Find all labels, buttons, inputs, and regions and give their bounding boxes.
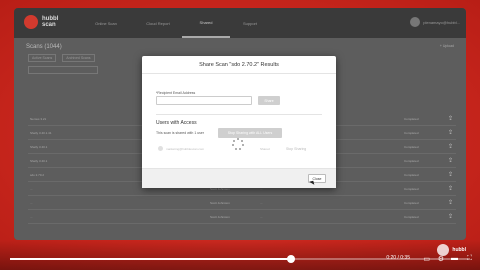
scan-name: ... <box>30 187 33 191</box>
avatar <box>410 17 421 27</box>
scan-status: Completed <box>404 145 419 149</box>
stop-sharing-link[interactable]: Stop Sharing <box>286 147 306 151</box>
tab-active-scans[interactable]: Active Scans <box>28 54 57 62</box>
nav-cloud-report[interactable]: Cloud Report <box>134 8 182 38</box>
scan-status: Completed <box>404 117 419 121</box>
share-icon[interactable]: ⇪ <box>448 171 453 178</box>
user-avatar-icon <box>158 146 163 151</box>
scan-status: Completed <box>404 201 419 205</box>
settings-icon[interactable]: ⚙ <box>438 255 444 263</box>
scan-name: sdo 2.70.2 <box>30 173 45 177</box>
user-menu[interactable]: plenamayo@hubbl... <box>410 17 460 27</box>
scan-owner: Scott Johnston <box>210 201 230 205</box>
scan-name: Nemus 3.21 <box>30 117 47 121</box>
table-row[interactable]: ... Scott Johnston... Completed ⇪ <box>28 196 456 210</box>
share-icon[interactable]: ⇪ <box>448 129 453 136</box>
users-with-access-heading: Users with Access <box>156 120 197 126</box>
scan-status: Completed <box>404 131 419 135</box>
nav-support[interactable]: Support <box>226 8 274 38</box>
brand-text: hubbl <box>452 246 466 253</box>
modal-title: Share Scan "sdo 2.70.2" Results <box>142 56 336 74</box>
divider <box>156 114 322 115</box>
share-icon[interactable]: ⇪ <box>448 143 453 150</box>
progress-knob[interactable] <box>286 255 295 263</box>
scan-name: Shelly 3.40.1.41 <box>30 131 52 135</box>
shared-status: Shared <box>260 147 270 151</box>
share-icon[interactable]: ⇪ <box>448 185 453 192</box>
captions-icon[interactable]: ▭ <box>423 255 430 263</box>
nav-shared[interactable]: Shared <box>182 8 230 38</box>
scan-date: ... <box>260 215 263 219</box>
stop-sharing-all-button[interactable]: Stop Sharing with ALL Users <box>218 128 282 138</box>
scan-status: Completed <box>404 187 419 191</box>
shared-user-email: marketing@hubblescan.com <box>166 147 205 151</box>
scan-name: Shelly 3.40.1 <box>30 159 48 163</box>
top-navigation: hubbl scan Online Scan Cloud Report Shar… <box>14 8 466 38</box>
page-title: Scans (1044) <box>26 44 62 50</box>
progress-fill <box>10 258 291 260</box>
share-icon[interactable]: ⇪ <box>448 213 453 220</box>
filter-select[interactable] <box>28 66 98 74</box>
logo-text-2: scan <box>42 22 56 28</box>
upload-link[interactable]: + Upload <box>440 44 454 48</box>
table-row[interactable]: ... Scott Johnston... Completed ⇪ <box>28 210 456 224</box>
share-scan-modal: Share Scan "sdo 2.70.2" Results *Recipie… <box>142 56 336 188</box>
share-icon[interactable]: ⇪ <box>448 115 453 122</box>
scan-status: Completed <box>404 159 419 163</box>
tab-archived-scans[interactable]: Archived Scans <box>62 54 95 62</box>
share-icon[interactable]: ⇪ <box>448 157 453 164</box>
modal-footer: Close <box>142 168 336 188</box>
logo-icon <box>24 15 38 29</box>
email-label: *Recipient Email Address <box>156 91 196 95</box>
loading-spinner-icon <box>232 138 244 150</box>
time-display: 0:20 / 0:35 <box>386 255 410 261</box>
scan-owner: Scott Johnston <box>210 215 230 219</box>
scan-name: ... <box>30 215 33 219</box>
fullscreen-icon[interactable]: ⛶ <box>467 255 472 263</box>
watermark-logo: hubbl <box>437 244 466 256</box>
scan-tabs: Active Scans Archived Scans <box>28 54 95 62</box>
nav-online-scan[interactable]: Online Scan <box>82 8 130 38</box>
scan-date: ... <box>260 201 263 205</box>
scan-status: Completed <box>404 215 419 219</box>
shared-count-text: This scan is shared with 1 user <box>156 131 205 135</box>
share-icon[interactable]: ⇪ <box>448 199 453 206</box>
logo: hubbl scan <box>24 15 58 29</box>
scan-name: Shelly 3.40.1 <box>30 145 48 149</box>
share-button[interactable]: Share <box>258 96 280 105</box>
user-email: plenamayo@hubbl... <box>423 19 460 25</box>
scan-name: ... <box>30 201 33 205</box>
theater-icon[interactable]: ▬ <box>451 255 458 262</box>
scan-status: Completed <box>404 173 419 177</box>
brand-icon <box>437 244 450 256</box>
recipient-email-input[interactable] <box>156 96 252 105</box>
